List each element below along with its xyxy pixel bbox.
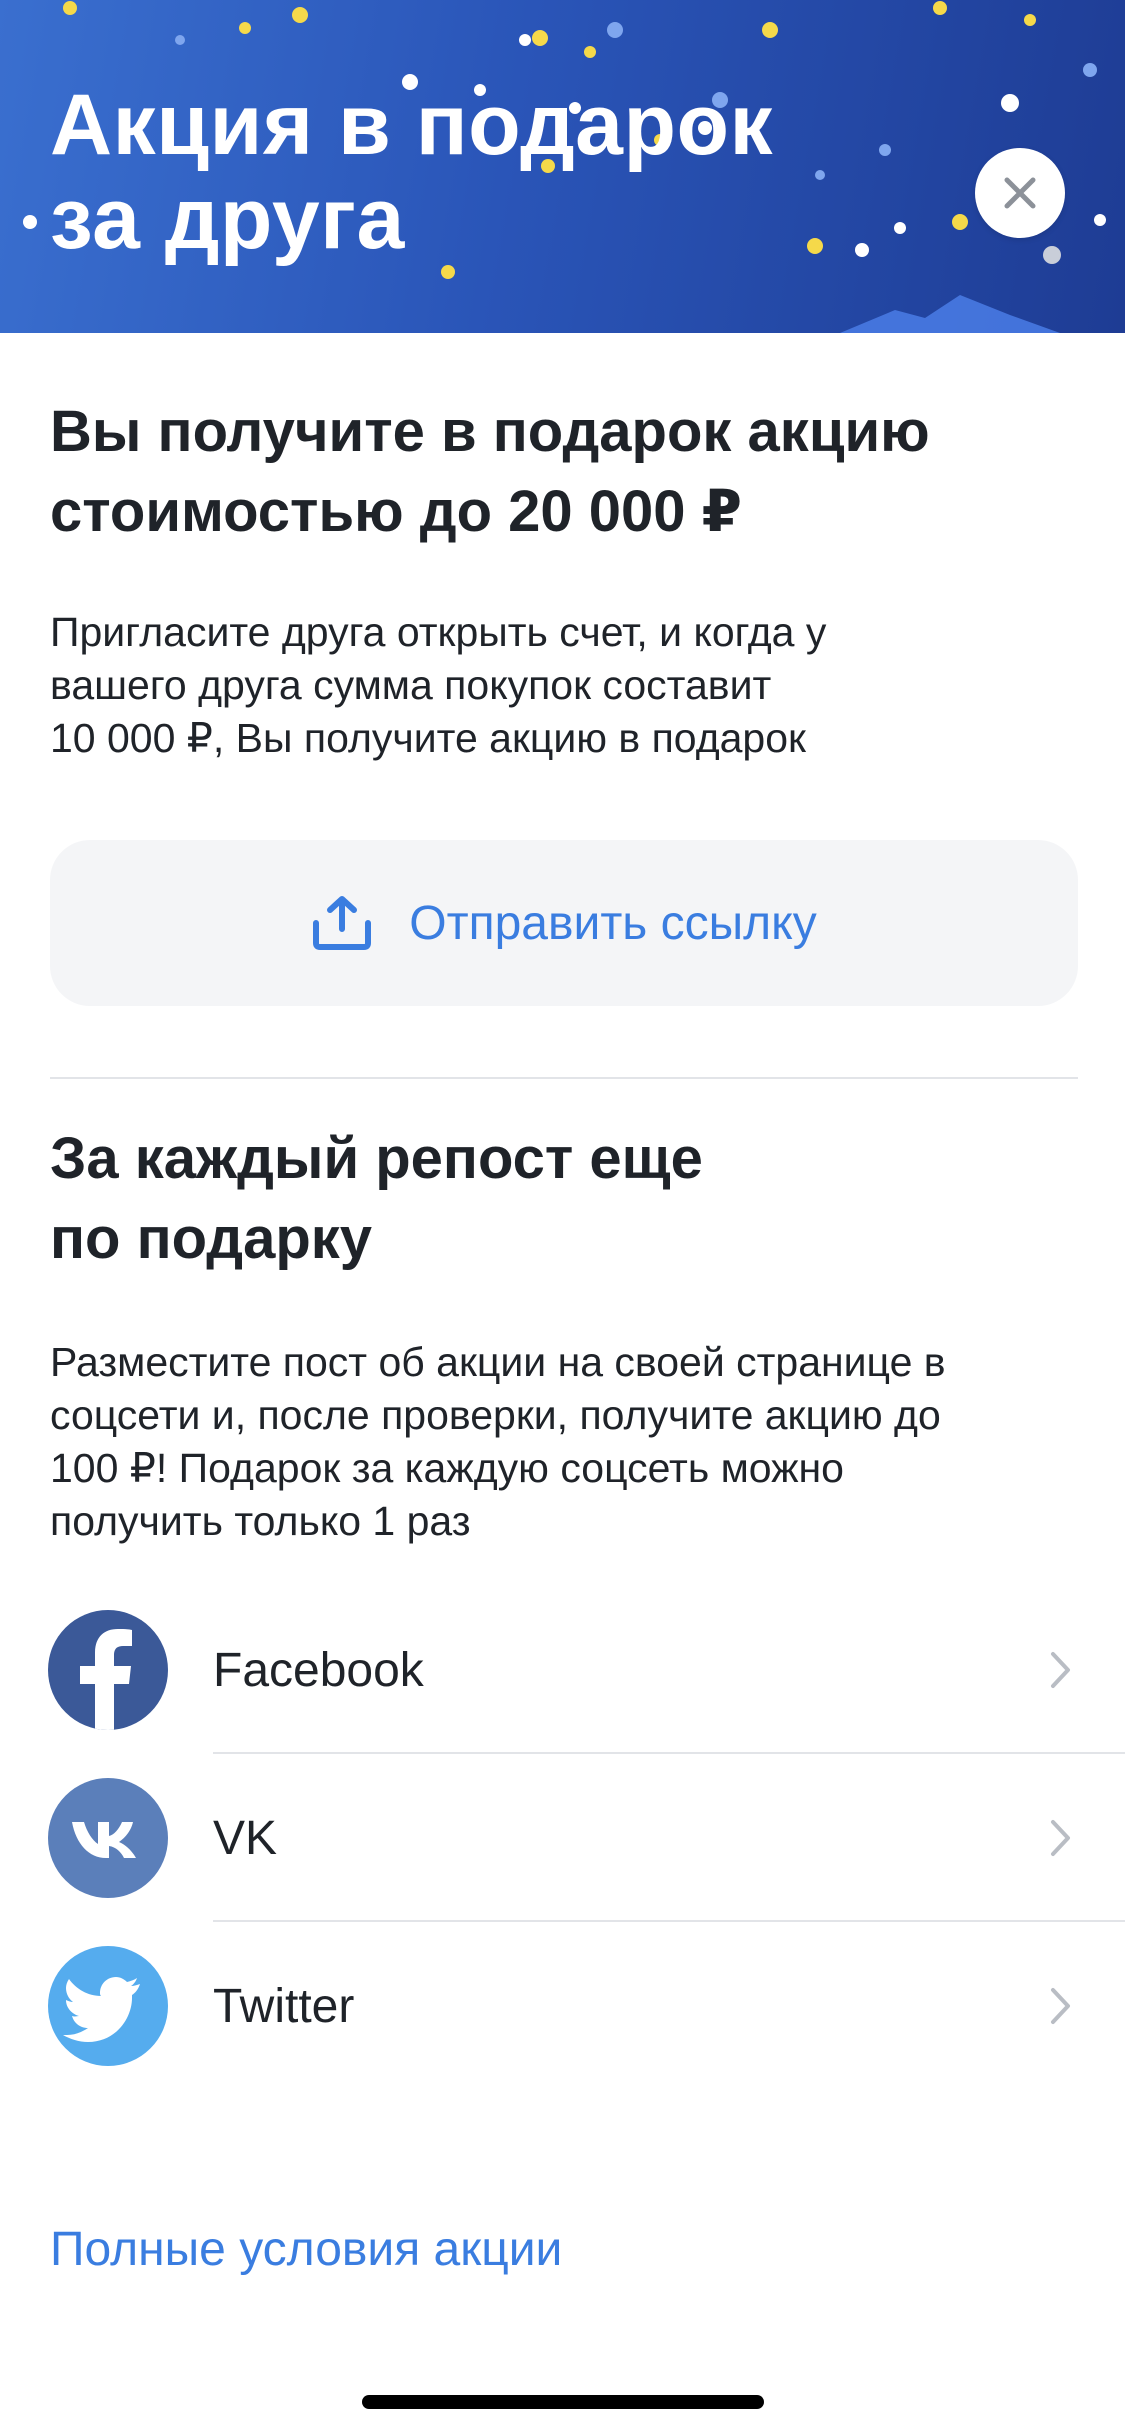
repost-description-line-1: Разместите пост об акции на своей страни…	[50, 1339, 946, 1385]
gift-description-line-1: Пригласите друга открыть счет, и когда у	[50, 609, 827, 655]
repost-heading-line-2: по подарку	[50, 1206, 373, 1271]
gift-description-line-3: 10 000 ₽, Вы получите акцию в подарок	[50, 715, 806, 761]
page-title: Акция в подарок за друга	[50, 78, 850, 266]
social-item-twitter[interactable]: Twitter	[0, 1922, 1125, 2090]
share-upload-icon	[313, 896, 372, 950]
gift-description-line-2: вашего друга сумма покупок составит	[50, 662, 772, 708]
page-title-line-1: Акция в подарок	[50, 77, 774, 173]
facebook-icon	[48, 1610, 168, 1730]
promo-header: Акция в подарок за друга	[0, 0, 1125, 333]
close-icon	[1004, 177, 1036, 209]
social-label-facebook: Facebook	[213, 1643, 424, 1697]
send-link-button[interactable]: Отправить ссылку	[50, 840, 1078, 1006]
repost-description-line-2: соцсети и, после проверки, получите акци…	[50, 1392, 941, 1438]
gift-description: Пригласите друга открыть счет, и когда у…	[50, 606, 1070, 765]
section-divider	[50, 1077, 1078, 1079]
chevron-right-icon	[1051, 1820, 1070, 1856]
gift-heading-line-2: стоимостью до 20 000 ₽	[50, 479, 742, 544]
close-button[interactable]	[975, 148, 1065, 238]
chevron-right-icon	[1051, 1652, 1070, 1688]
social-label-twitter: Twitter	[213, 1979, 355, 2033]
gift-heading-line-1: Вы получите в подарок акцию	[50, 399, 930, 464]
page-title-line-2: за друга	[50, 171, 405, 267]
full-terms-link[interactable]: Полные условия акции	[50, 2222, 562, 2277]
chevron-right-icon	[1051, 1988, 1070, 2024]
repost-description-line-4: получить только 1 раз	[50, 1498, 471, 1544]
send-link-label: Отправить ссылку	[409, 896, 817, 950]
repost-description-line-3: 100 ₽! Подарок за каждую соцсеть можно	[50, 1445, 844, 1491]
social-item-facebook[interactable]: Facebook	[0, 1586, 1125, 1754]
repost-description: Разместите пост об акции на своей страни…	[50, 1336, 1090, 1548]
repost-heading: За каждый репост еще по подарку	[50, 1119, 1080, 1279]
twitter-icon	[48, 1946, 168, 2066]
social-label-vk: VK	[213, 1811, 278, 1865]
repost-heading-line-1: За каждый репост еще	[50, 1126, 703, 1191]
vk-icon	[48, 1778, 168, 1898]
social-item-vk[interactable]: VK	[0, 1754, 1125, 1922]
home-indicator[interactable]	[362, 2395, 764, 2409]
gift-heading: Вы получите в подарок акцию стоимостью д…	[50, 392, 1080, 552]
